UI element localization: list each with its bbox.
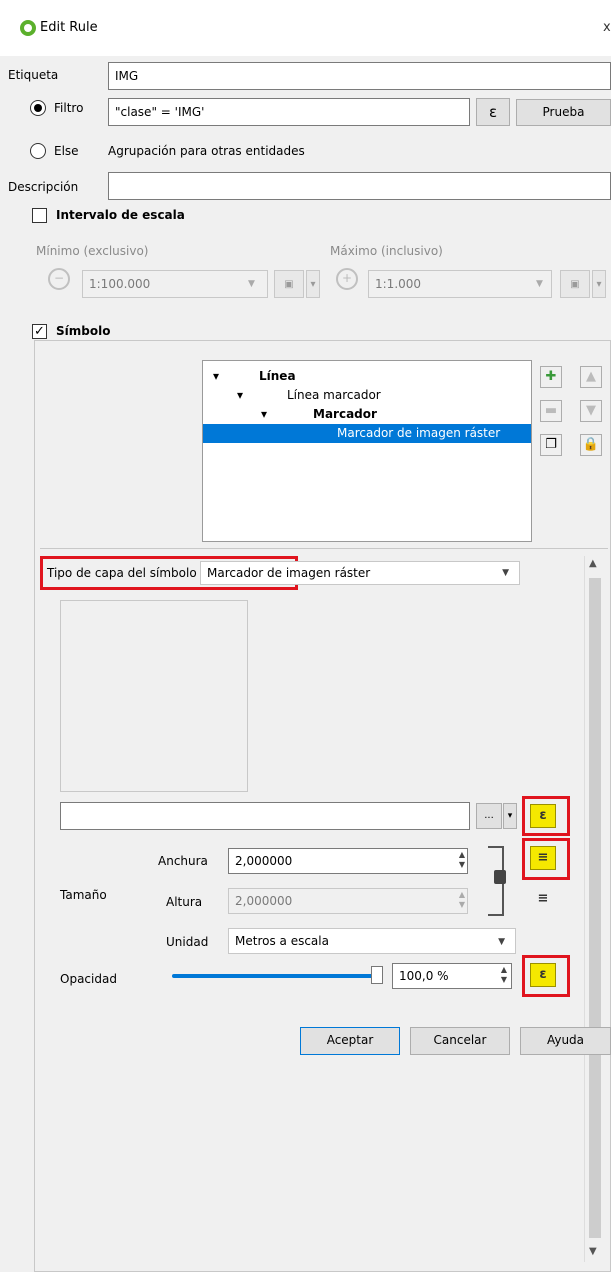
path-data-defined-button[interactable]: ε <box>530 804 556 828</box>
scale-checkbox[interactable] <box>32 208 47 223</box>
scroll-thumb[interactable] <box>589 578 601 1238</box>
height-data-defined-button[interactable]: ≡ <box>530 888 556 912</box>
cancel-button[interactable]: Cancelar <box>410 1027 510 1055</box>
scale-section-label: Intervalo de escala <box>56 208 185 222</box>
filtro-input[interactable]: "clase" = 'IMG' <box>108 98 470 126</box>
arrow-down-icon: ▼ <box>586 403 596 418</box>
collapse-arrow-icon: ▾ <box>237 388 244 402</box>
scroll-up-icon[interactable]: ▲ <box>589 558 597 569</box>
tree-item-label: Línea marcador <box>287 388 381 402</box>
duplicate-icon: ❐ <box>545 437 557 452</box>
tree-item-linea[interactable]: ▾ Línea <box>203 367 531 386</box>
epsilon-icon: ε <box>539 967 547 982</box>
lock-ratio-icon[interactable] <box>494 870 506 884</box>
descripcion-label: Descripción <box>8 180 79 194</box>
qgis-logo-icon-inner <box>24 24 32 32</box>
lock-layer-button[interactable]: 🔒 <box>580 434 602 456</box>
else-label: Else <box>54 144 79 158</box>
chevron-down-icon: ▼ <box>502 568 509 578</box>
move-down-button[interactable]: ▼ <box>580 400 602 422</box>
max-scale-current-button[interactable]: ▣ <box>560 270 590 298</box>
chevron-down-icon: ▼ <box>498 937 505 947</box>
descripcion-input[interactable] <box>108 172 611 200</box>
lock-icon: 🔒 <box>582 437 600 452</box>
else-description: Agrupación para otras entidades <box>108 144 305 158</box>
filtro-label: Filtro <box>54 101 84 115</box>
etiqueta-label: Etiqueta <box>8 68 59 82</box>
etiqueta-input[interactable]: IMG <box>108 62 611 90</box>
min-scale-label: Mínimo (exclusivo) <box>36 244 149 258</box>
move-up-button[interactable]: ▲ <box>580 366 602 388</box>
plus-icon: ✚ <box>545 369 557 384</box>
width-data-defined-button[interactable]: ≡ <box>530 846 556 870</box>
size-label: Tamaño <box>60 888 107 902</box>
help-button[interactable]: Ayuda <box>520 1027 611 1055</box>
splitter[interactable] <box>40 548 608 549</box>
min-scale-menu-button[interactable]: ▾ <box>306 270 320 298</box>
unit-value: Metros a escala <box>235 934 329 948</box>
add-layer-button[interactable]: ✚ <box>540 366 562 388</box>
symbol-layer-tree[interactable]: ▾ Línea ▾ Línea marcador ▾ Marcador Marc… <box>202 360 532 542</box>
min-scale-input[interactable]: 1:100.000 <box>82 270 268 298</box>
close-button[interactable]: x <box>603 20 611 35</box>
symbol-layer-type-select[interactable]: Marcador de imagen ráster ▼ <box>200 561 520 585</box>
zoom-out-icon: − <box>48 268 70 290</box>
filtro-radio[interactable] <box>30 100 46 116</box>
opacity-data-defined-button[interactable]: ε <box>530 963 556 987</box>
tree-item-label: Línea <box>259 369 296 383</box>
opacity-spinner[interactable]: ▲ ▼ <box>498 965 510 987</box>
tree-item-label: Marcador <box>313 407 377 421</box>
min-scale-current-button[interactable]: ▣ <box>274 270 304 298</box>
opacity-slider-track[interactable] <box>172 974 380 978</box>
opacity-label: Opacidad <box>60 972 117 986</box>
prueba-button[interactable]: Prueba <box>516 99 611 126</box>
height-input[interactable]: 2,000000 <box>228 888 468 914</box>
expression-button[interactable]: ε <box>476 98 510 126</box>
symbol-checkbox[interactable]: ✓ <box>32 324 47 339</box>
zoom-in-icon: + <box>336 268 358 290</box>
epsilon-icon: ε <box>539 808 547 823</box>
image-preview <box>60 600 248 792</box>
tree-item-label: Marcador de imagen ráster <box>337 426 501 440</box>
max-scale-input[interactable]: 1:1.000 <box>368 270 552 298</box>
collapse-arrow-icon: ▾ <box>213 369 220 383</box>
width-input[interactable]: 2,000000 <box>228 848 468 874</box>
tree-item-marcador[interactable]: ▾ Marcador <box>203 405 531 424</box>
max-scale-label: Máximo (inclusivo) <box>330 244 443 258</box>
width-spinner[interactable]: ▲ ▼ <box>456 850 468 872</box>
arrow-up-icon: ▲ <box>586 369 596 384</box>
minus-icon: ▬ <box>544 403 558 418</box>
min-scale-dropdown-icon: ▼ <box>248 279 255 289</box>
opacity-input[interactable]: 100,0 % <box>392 963 512 989</box>
image-path-input[interactable] <box>60 802 470 830</box>
scroll-down-icon[interactable]: ▼ <box>589 1246 597 1257</box>
symbol-layer-type-value: Marcador de imagen ráster <box>207 566 371 580</box>
properties-scrollbar[interactable]: ▲ ▼ <box>584 556 604 1262</box>
tree-item-linea-marcador[interactable]: ▾ Línea marcador <box>203 386 531 405</box>
max-scale-dropdown-icon: ▼ <box>536 279 543 289</box>
width-label: Anchura <box>158 854 208 868</box>
remove-layer-button[interactable]: ▬ <box>540 400 562 422</box>
tree-item-marcador-raster[interactable]: Marcador de imagen ráster <box>203 424 531 443</box>
else-radio[interactable] <box>30 143 46 159</box>
epsilon-icon: ε <box>488 103 498 121</box>
unit-select[interactable]: Metros a escala ▼ <box>228 928 516 954</box>
height-label: Altura <box>166 895 203 909</box>
duplicate-layer-button[interactable]: ❐ <box>540 434 562 456</box>
height-spinner[interactable]: ▲ ▼ <box>456 890 468 912</box>
opacity-slider-handle[interactable] <box>371 966 383 984</box>
accept-button[interactable]: Aceptar <box>300 1027 400 1055</box>
max-scale-menu-button[interactable]: ▾ <box>592 270 606 298</box>
symbol-layer-type-label: Tipo de capa del símbolo <box>47 566 197 580</box>
symbol-section-label: Símbolo <box>56 324 111 338</box>
browse-button[interactable]: ... <box>476 803 502 829</box>
browse-menu-button[interactable]: ▾ <box>503 803 517 829</box>
collapse-arrow-icon: ▾ <box>261 407 268 421</box>
window-title: Edit Rule <box>40 20 98 35</box>
unit-label: Unidad <box>166 935 209 949</box>
